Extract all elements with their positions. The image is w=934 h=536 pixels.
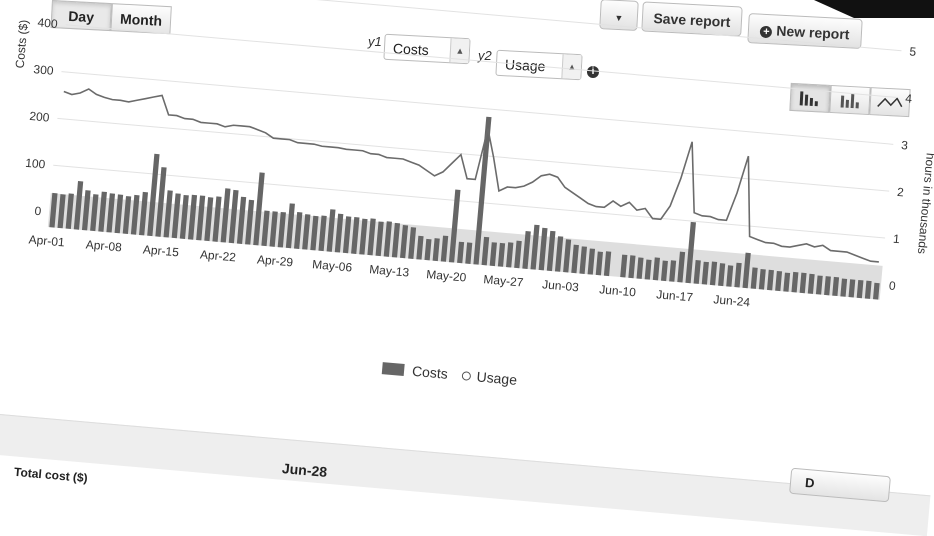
x-tick-label: Apr-01 bbox=[28, 232, 65, 249]
x-tick-label: Jun-24 bbox=[713, 292, 751, 309]
x-tick-label: Apr-22 bbox=[199, 247, 236, 264]
y1-tick-label: 100 bbox=[25, 156, 46, 172]
y2-tick-label: 4 bbox=[905, 91, 913, 106]
x-tick-label: May-06 bbox=[312, 257, 353, 274]
grid-line bbox=[61, 71, 894, 145]
y2-tick-label: 5 bbox=[909, 44, 917, 59]
grid-line bbox=[65, 24, 898, 99]
x-tick-label: Jun-10 bbox=[599, 282, 637, 299]
y2-axis-title: hours in thousands bbox=[915, 152, 934, 254]
y2-tick-label: 2 bbox=[897, 185, 905, 200]
y2-tick-label: 3 bbox=[901, 138, 909, 153]
y1-tick-label: 300 bbox=[33, 62, 54, 78]
costs-usage-chart: 0100200300400500 012345 Apr-01Apr-08Apr-… bbox=[13, 0, 934, 309]
y1-tick-label: 0 bbox=[34, 204, 42, 219]
y2-axis: 0 1 2 3 4 5 bbox=[888, 44, 917, 293]
costs-legend-label[interactable]: Costs bbox=[411, 363, 448, 382]
x-tick-label: Jun-03 bbox=[542, 277, 580, 294]
x-tick-label: May-27 bbox=[483, 272, 524, 289]
grid-line bbox=[69, 0, 902, 52]
x-tick-label: May-13 bbox=[369, 262, 410, 279]
x-tick-label: Jun-17 bbox=[656, 287, 694, 304]
grid-line bbox=[57, 117, 890, 192]
x-tick-label: Apr-29 bbox=[257, 252, 294, 269]
y1-axis-title: Costs ($) bbox=[13, 19, 31, 69]
y2-tick-label: 0 bbox=[888, 279, 896, 294]
x-tick-label: Apr-08 bbox=[85, 237, 122, 254]
y1-tick-label: 200 bbox=[29, 109, 50, 125]
y1-tick-label: 400 bbox=[37, 15, 58, 31]
usage-legend-label[interactable]: Usage bbox=[476, 368, 518, 387]
usage-legend-marker bbox=[461, 370, 472, 381]
x-tick-label: May-20 bbox=[426, 267, 467, 284]
x-tick-label: Apr-15 bbox=[142, 242, 179, 259]
y2-tick-label: 1 bbox=[892, 232, 900, 247]
costs-legend-swatch bbox=[381, 362, 405, 376]
